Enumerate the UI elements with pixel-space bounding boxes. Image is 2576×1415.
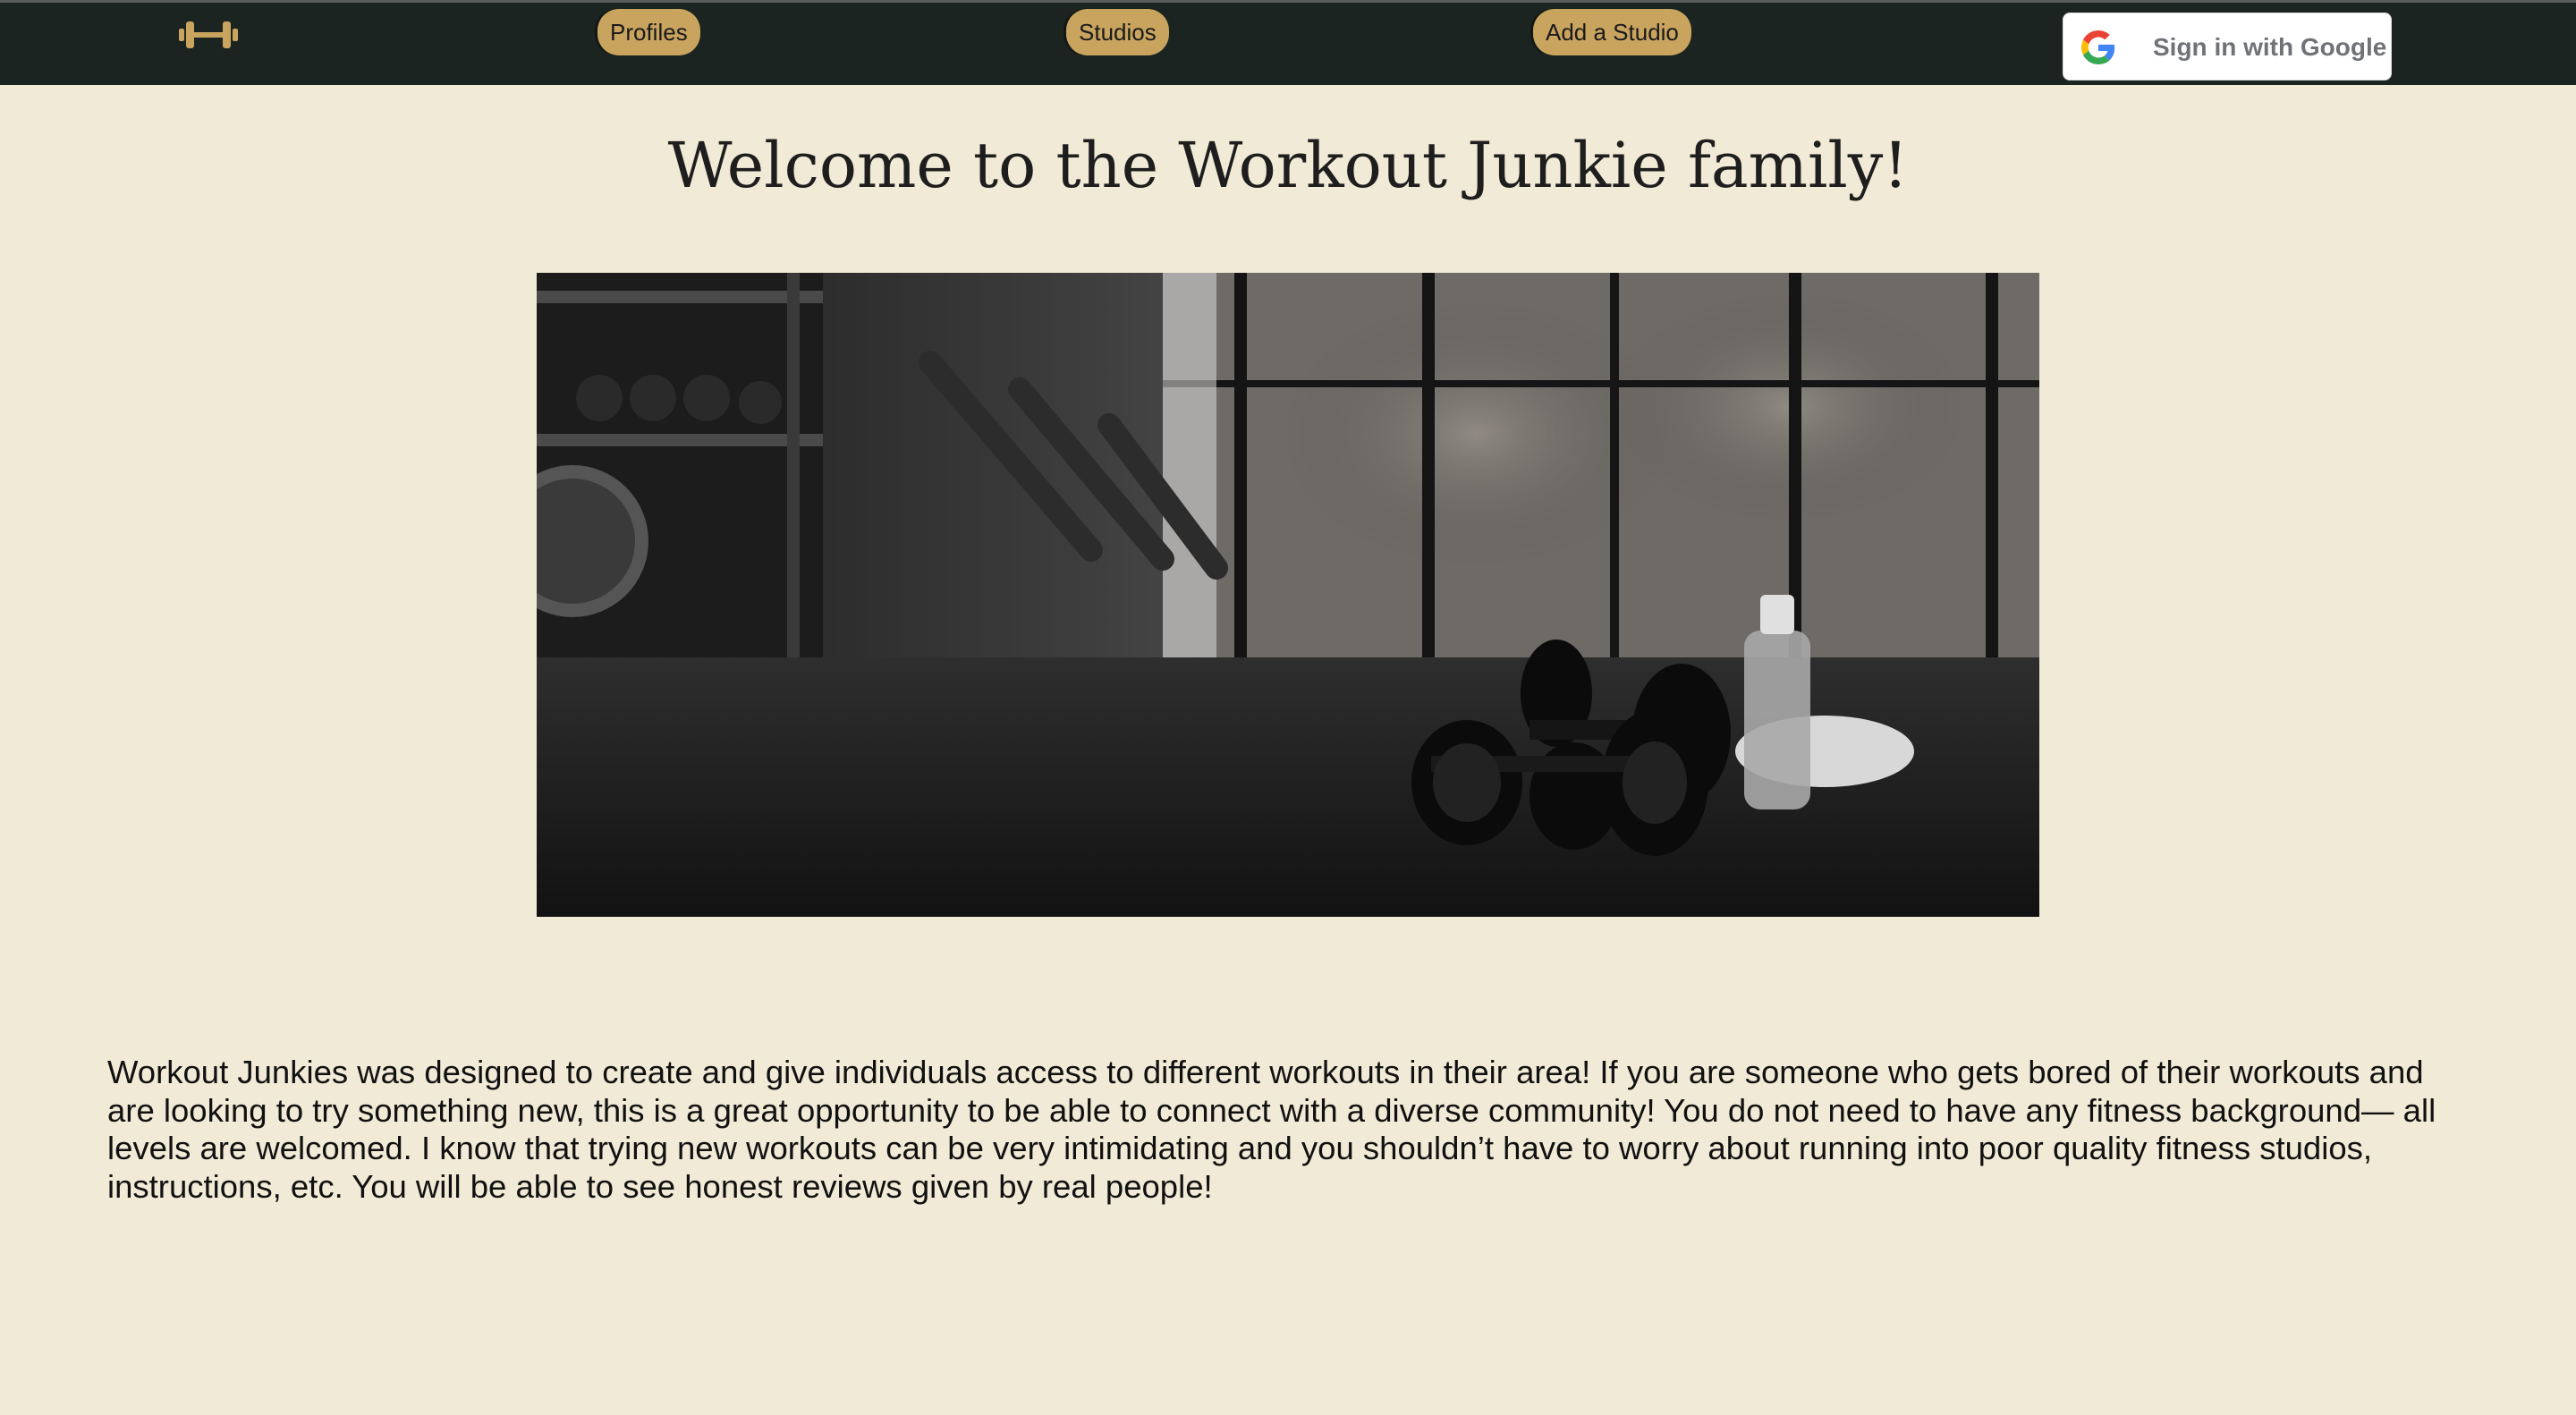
intro-paragraph: Workout Junkies was designed to create a… — [107, 1054, 2436, 1205]
google-signin-label: Sign in with Google — [2153, 33, 2387, 61]
nav-add-studio-button[interactable]: Add a Studio — [1533, 9, 1691, 55]
dumbbell-logo-icon[interactable] — [179, 17, 238, 53]
top-navbar: Profiles Studios Add a Studio Sign in wi… — [0, 0, 2576, 85]
page-title: Welcome to the Workout Junkie family! — [667, 129, 1909, 202]
nav-studios-button[interactable]: Studios — [1066, 9, 1169, 55]
hero-gym-image — [537, 273, 2039, 917]
google-signin-button[interactable]: Sign in with Google — [2063, 13, 2392, 80]
nav-profiles-button[interactable]: Profiles — [597, 9, 700, 55]
google-logo-icon — [2081, 30, 2115, 64]
